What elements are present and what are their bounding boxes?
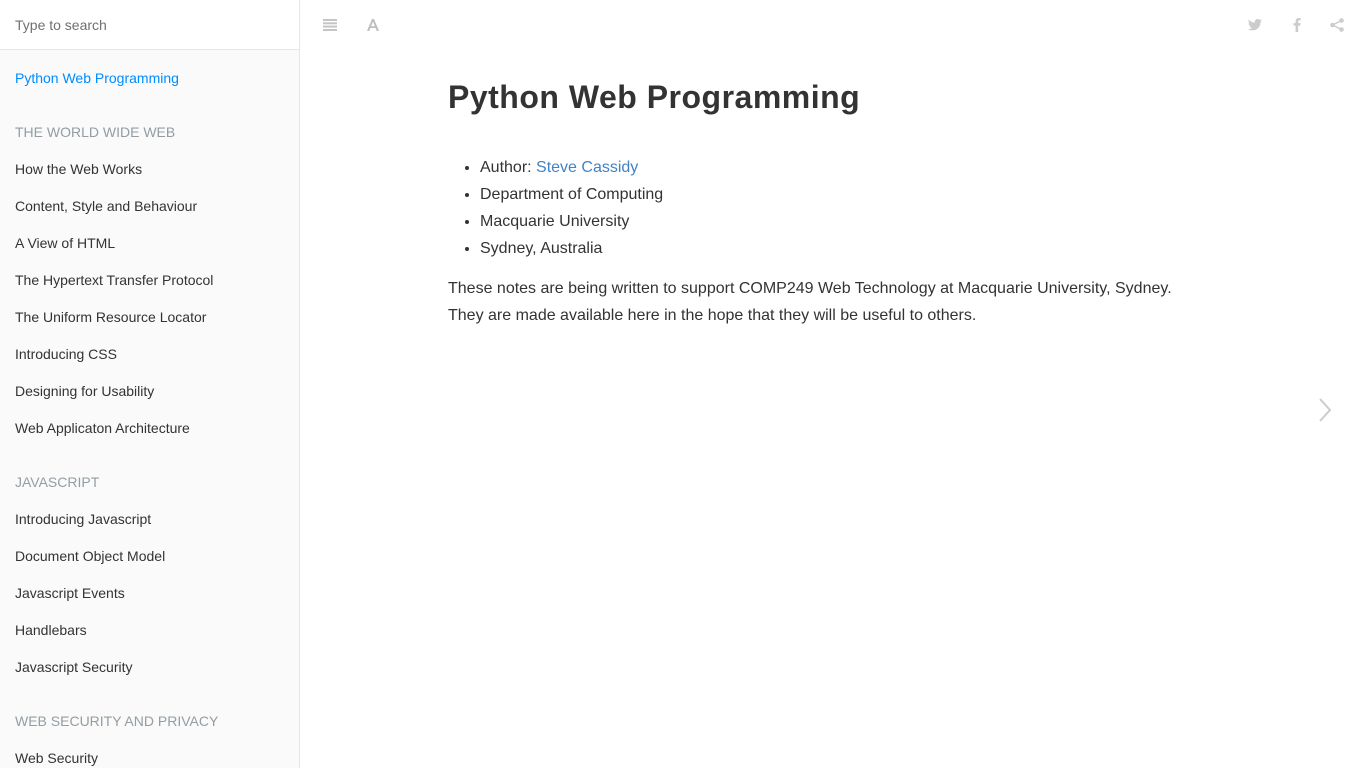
share-icon[interactable]: [1326, 14, 1348, 36]
sidebar-item[interactable]: Introducing CSS: [0, 336, 299, 373]
sidebar-item[interactable]: Javascript Events: [0, 575, 299, 612]
sidebar-item[interactable]: Document Object Model: [0, 538, 299, 575]
facebook-icon[interactable]: [1286, 14, 1308, 36]
sidebar-item[interactable]: Javascript Security: [0, 649, 299, 686]
sidebar-section-header: JAVASCRIPT: [15, 474, 100, 490]
author-link[interactable]: Steve Cassidy: [536, 159, 638, 176]
sidebar-section-header: WEB SECURITY AND PRIVACY: [15, 713, 219, 729]
sidebar-item[interactable]: The Hypertext Transfer Protocol: [0, 262, 299, 299]
sidebar-item[interactable]: Designing for Usability: [0, 373, 299, 410]
font-settings-icon[interactable]: [362, 14, 384, 36]
main-content-area: Python Web Programming Author: Steve Cas…: [300, 0, 1366, 768]
sidebar-item[interactable]: Web Applicaton Architecture: [0, 410, 299, 447]
sidebar-item[interactable]: Web Security: [0, 740, 299, 768]
intro-paragraph: These notes are being written to support…: [448, 280, 1172, 324]
sidebar-item[interactable]: Handlebars: [0, 612, 299, 649]
sidebar-item[interactable]: Python Web Programming: [0, 60, 299, 97]
search-box: [0, 0, 299, 50]
author-label: Author:: [480, 159, 537, 176]
page-title: Python Web Programming: [448, 79, 861, 115]
next-page-arrow-icon[interactable]: [1310, 395, 1340, 425]
author-info-list: Author: Steve Cassidy Department of Comp…: [448, 154, 1208, 262]
sidebar-item[interactable]: How the Web Works: [0, 151, 299, 188]
sidebar-item[interactable]: A View of HTML: [0, 225, 299, 262]
sidebar-section-header: THE WORLD WIDE WEB: [15, 124, 176, 140]
department-item: Department of Computing: [480, 181, 1208, 208]
author-item: Author: Steve Cassidy: [480, 154, 1208, 181]
twitter-icon[interactable]: [1244, 14, 1266, 36]
sidebar-item[interactable]: Content, Style and Behaviour: [0, 188, 299, 225]
sidebar-nav: Python Web Programming THE WORLD WIDE WEB…: [0, 50, 299, 768]
university-item: Macquarie University: [480, 208, 1208, 235]
sidebar: Python Web Programming THE WORLD WIDE WEB…: [0, 0, 300, 768]
search-input[interactable]: [0, 0, 299, 50]
menu-icon[interactable]: [319, 14, 341, 36]
sidebar-item[interactable]: Introducing Javascript: [0, 501, 299, 538]
sidebar-item[interactable]: The Uniform Resource Locator: [0, 299, 299, 336]
location-item: Sydney, Australia: [480, 235, 1208, 262]
page-content: Python Web Programming Author: Steve Cas…: [448, 74, 1208, 329]
